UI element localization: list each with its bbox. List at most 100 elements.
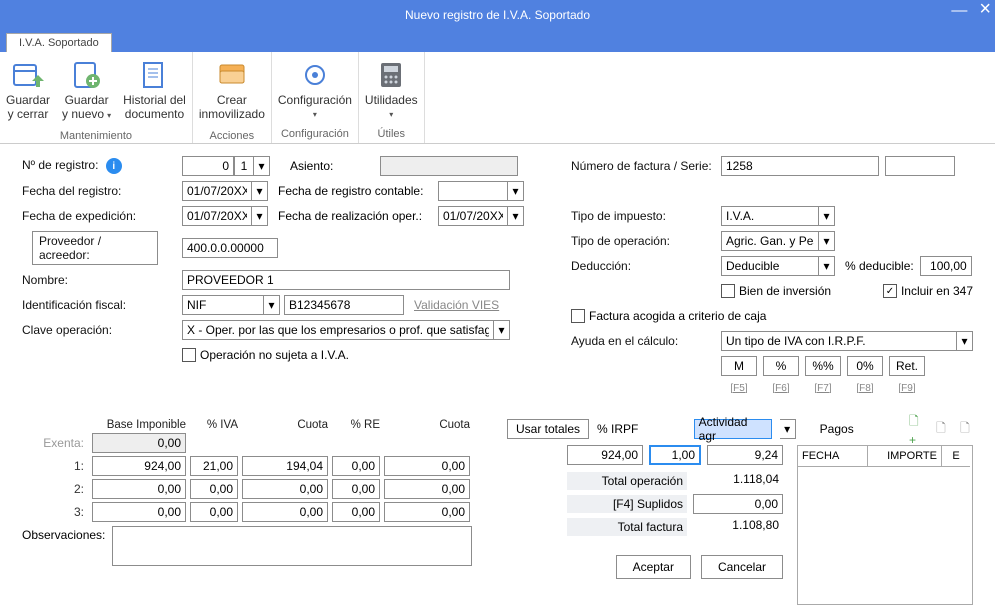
history-button[interactable]: Historial deldocumento <box>117 54 192 126</box>
chk-invest[interactable] <box>721 284 735 298</box>
use-totals-button[interactable]: Usar totales <box>507 419 589 439</box>
gh-cuota: Cuota <box>242 419 328 431</box>
reg-date-input[interactable] <box>182 181 252 201</box>
cell-3-cuota2[interactable] <box>384 502 470 522</box>
oper-date-input[interactable] <box>438 206 508 226</box>
invoice-series-input[interactable] <box>885 156 955 176</box>
lbl-suplidos[interactable]: [F4] Suplidos <box>567 495 687 513</box>
hint-f8: [F8] <box>847 383 883 394</box>
cell-1-base[interactable] <box>92 456 186 476</box>
hint-f7: [F7] <box>805 383 841 394</box>
fiscal-type-drop[interactable]: ▾ <box>264 295 280 315</box>
cell-3-cuota[interactable] <box>242 502 328 522</box>
edit-page-icon[interactable]: 🗋 <box>933 421 949 437</box>
deduction-drop[interactable]: ▾ <box>819 256 835 276</box>
tab-iva-soportado[interactable]: I.V.A. Soportado <box>6 33 112 52</box>
cell-1-cuota2[interactable] <box>384 456 470 476</box>
cell-3-base[interactable] <box>92 502 186 522</box>
vies-link[interactable]: Validación VIES <box>414 298 499 312</box>
calculator-icon <box>374 58 408 92</box>
info-icon[interactable]: i <box>106 158 122 174</box>
save-close-icon <box>11 58 45 92</box>
tax-type-drop[interactable]: ▾ <box>819 206 835 226</box>
cell-1-iva[interactable] <box>190 456 238 476</box>
irpf-activity-drop[interactable]: ▾ <box>780 419 796 439</box>
del-page-icon[interactable]: 🗋 <box>957 421 973 437</box>
pagos-table[interactable]: FECHA IMPORTE E <box>797 445 973 605</box>
calc-help-drop[interactable]: ▾ <box>957 331 973 351</box>
add-page-icon[interactable]: 🗋+ <box>909 421 925 437</box>
save-new-button[interactable]: Guardary nuevo ▾ <box>56 54 117 126</box>
irpf-base[interactable] <box>567 445 643 465</box>
cell-2-cuota[interactable] <box>242 479 328 499</box>
cell-2-re[interactable] <box>332 479 380 499</box>
save-new-l1: Guardar <box>65 93 109 107</box>
reg-series-input[interactable] <box>234 156 254 176</box>
tax-type-input[interactable] <box>721 206 819 226</box>
reg-no-input[interactable] <box>182 156 234 176</box>
reg-series-drop[interactable]: ▾ <box>254 156 270 176</box>
exp-date-drop[interactable]: ▾ <box>252 206 268 226</box>
fiscal-type-input[interactable] <box>182 295 264 315</box>
lbl-invest: Bien de inversión <box>739 284 831 298</box>
group-config-label: Configuración <box>272 126 358 143</box>
cell-2-iva[interactable] <box>190 479 238 499</box>
cell-exenta-base <box>92 433 186 453</box>
calc-btn-pctpct[interactable]: %% <box>805 356 841 376</box>
fiscal-num-input[interactable] <box>284 295 404 315</box>
grid-area: Base Imponible % IVA Cuota % RE Cuota Ex… <box>0 415 995 611</box>
cancel-button[interactable]: Cancelar <box>701 555 783 579</box>
oper-type-drop[interactable]: ▾ <box>819 231 835 251</box>
provider-code-input[interactable] <box>182 238 278 258</box>
irpf-pct[interactable]: 1,00 <box>649 445 701 465</box>
reg-date-drop[interactable]: ▾ <box>252 181 268 201</box>
chk-no-iva[interactable] <box>182 348 196 362</box>
util-button[interactable]: Utilidades▾ <box>359 54 424 124</box>
cell-2-base[interactable] <box>92 479 186 499</box>
cell-1-cuota[interactable] <box>242 456 328 476</box>
cell-3-re[interactable] <box>332 502 380 522</box>
exp-date-input[interactable] <box>182 206 252 226</box>
lbl-total-oper: Total operación <box>567 472 687 490</box>
chk-cash[interactable] <box>571 309 585 323</box>
oper-key-drop[interactable]: ▾ <box>494 320 510 340</box>
calc-btn-ret[interactable]: Ret. <box>889 356 925 376</box>
minimize-button[interactable]: — <box>951 2 967 20</box>
calc-btn-pct[interactable]: % <box>763 356 799 376</box>
lbl-pagos: Pagos <box>820 422 854 436</box>
invoice-no-input[interactable] <box>721 156 879 176</box>
config-button[interactable]: Configuración▾ <box>272 54 358 124</box>
close-button[interactable]: × <box>979 2 991 20</box>
chk-347[interactable]: ✓ <box>883 284 897 298</box>
save-close-button[interactable]: Guardary cerrar <box>0 54 56 126</box>
pagos-col-importe: IMPORTE <box>868 446 942 467</box>
observ-textarea[interactable] <box>112 526 472 566</box>
name-input[interactable] <box>182 270 510 290</box>
cell-1-re[interactable] <box>332 456 380 476</box>
deduction-input[interactable] <box>721 256 819 276</box>
history-l2: documento <box>125 107 184 121</box>
oper-type-input[interactable] <box>721 231 819 251</box>
accept-button[interactable]: Aceptar <box>616 555 691 579</box>
create-asset-button[interactable]: Crearinmovilizado <box>193 54 271 126</box>
acct-date-drop[interactable]: ▾ <box>508 181 524 201</box>
oper-date-drop[interactable]: ▾ <box>508 206 524 226</box>
calc-btn-m[interactable]: M <box>721 356 757 376</box>
save-new-l2: y nuevo <box>62 107 104 121</box>
oper-key-input[interactable] <box>182 320 494 340</box>
irpf-activity-select[interactable]: Actividad agr <box>694 419 772 439</box>
cell-3-iva[interactable] <box>190 502 238 522</box>
suplidos[interactable] <box>693 494 783 514</box>
pagos-col-e: E <box>942 446 970 467</box>
cell-2-cuota2[interactable] <box>384 479 470 499</box>
grid-row-2: 2: <box>22 479 489 499</box>
lbl-reg-date: Fecha del registro: <box>22 184 182 198</box>
config-icon <box>298 58 332 92</box>
irpf-cuota[interactable] <box>707 445 783 465</box>
calc-btn-0pct[interactable]: 0% <box>847 356 883 376</box>
pct-ded-input[interactable] <box>920 256 972 276</box>
calc-help-input[interactable] <box>721 331 957 351</box>
acct-date-input[interactable] <box>438 181 508 201</box>
lbl-provider[interactable]: Proveedor / acreedor: <box>32 231 158 265</box>
save-close-l2: y cerrar <box>8 107 49 121</box>
